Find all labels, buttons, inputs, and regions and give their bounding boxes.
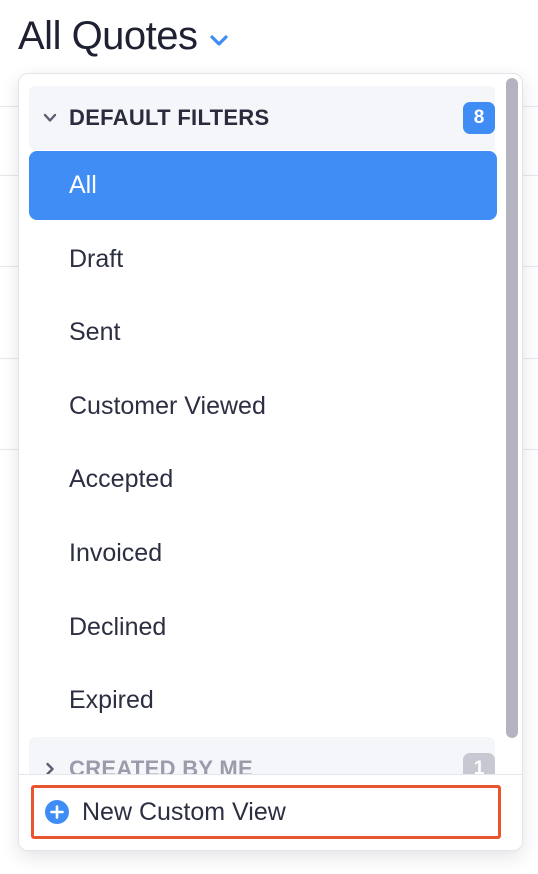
- scrollbar[interactable]: [506, 78, 518, 772]
- filter-item-declined[interactable]: Declined: [29, 593, 497, 662]
- filter-label: Customer Viewed: [69, 392, 266, 420]
- filter-item-invoiced[interactable]: Invoiced: [29, 519, 497, 588]
- filter-label: Invoiced: [69, 539, 163, 567]
- dropdown-footer: New Custom View: [19, 774, 522, 850]
- group-label: DEFAULT FILTERS: [69, 105, 270, 130]
- filter-label: Expired: [69, 686, 154, 714]
- filter-item-accepted[interactable]: Accepted: [29, 445, 497, 514]
- new-custom-view-button[interactable]: New Custom View: [31, 785, 501, 839]
- chevron-down-icon: [43, 113, 57, 122]
- new-custom-view-label: New Custom View: [82, 797, 286, 826]
- plus-circle-icon: [45, 800, 69, 824]
- filter-item-sent[interactable]: Sent: [29, 298, 497, 367]
- filter-item-customer-viewed[interactable]: Customer Viewed: [29, 372, 497, 441]
- group-count-badge: 8: [463, 102, 495, 134]
- scrollbar-thumb[interactable]: [506, 78, 518, 738]
- filter-item-expired[interactable]: Expired: [29, 666, 497, 735]
- page: All Quotes DEFAULT FILTERS 8 All Draft S…: [0, 0, 538, 874]
- group-header-created-by-me[interactable]: CREATED BY ME 1: [29, 737, 495, 774]
- group-label: CREATED BY ME: [69, 756, 253, 774]
- page-title: All Quotes: [18, 14, 198, 58]
- filter-label: Accepted: [69, 465, 174, 493]
- chevron-right-icon: [46, 762, 54, 774]
- group-count-badge: 1: [463, 753, 495, 774]
- filter-dropdown: DEFAULT FILTERS 8 All Draft Sent Custome…: [18, 73, 523, 851]
- filter-label: Draft: [69, 245, 124, 273]
- filter-item-all[interactable]: All: [29, 151, 497, 220]
- filter-list: DEFAULT FILTERS 8 All Draft Sent Custome…: [19, 74, 522, 774]
- filter-label: Declined: [69, 613, 167, 641]
- chevron-down-icon[interactable]: [208, 29, 230, 51]
- group-header-default-filters[interactable]: DEFAULT FILTERS 8: [29, 86, 495, 150]
- view-selector[interactable]: All Quotes: [18, 10, 230, 62]
- filter-label: Sent: [69, 318, 121, 346]
- filter-label: All: [69, 171, 97, 199]
- filter-item-draft[interactable]: Draft: [29, 225, 497, 294]
